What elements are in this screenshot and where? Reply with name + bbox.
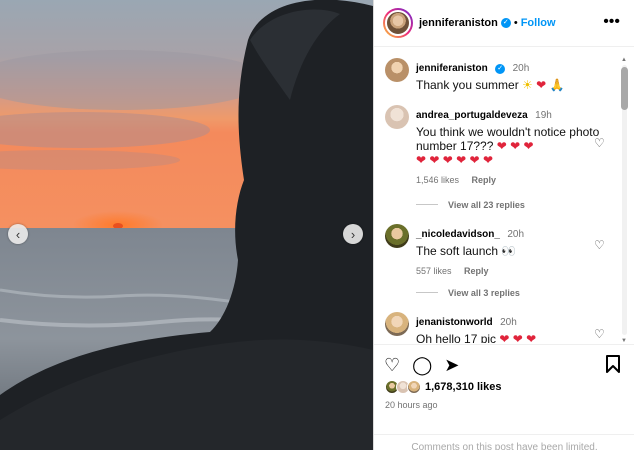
scroll-thumb[interactable] [621, 67, 628, 110]
caption-text-row: Thank you summer ☀ ❤ 🙏 [416, 78, 611, 92]
comment-time: 20h [500, 317, 517, 328]
author-username[interactable]: jenniferaniston [419, 17, 498, 29]
post-photo: ‹ › [0, 0, 373, 450]
post-timestamp[interactable]: 20 hours ago [385, 400, 438, 410]
heart-emojis-icon: ❤ ❤ ❤ [499, 332, 537, 343]
praying-hands-emoji-icon: 🙏 [549, 78, 565, 92]
next-photo-button[interactable]: › [343, 224, 363, 244]
commenter-username[interactable]: andrea_portugaldeveza [416, 110, 528, 121]
view-replies-button[interactable]: View all 23 replies [416, 200, 525, 210]
author-avatar[interactable] [383, 8, 413, 38]
chevron-left-icon: ‹ [15, 226, 21, 242]
verified-badge-icon: ✓ [495, 64, 506, 74]
post-header: jenniferaniston ✓ • Follow ••• [374, 0, 634, 47]
comment-text-row: Oh hello 17 pic ❤ ❤ ❤ [416, 332, 611, 343]
caption-time: 20h [512, 63, 530, 74]
scroll-up-arrow-icon[interactable]: ▲ [621, 57, 627, 63]
likes-count[interactable]: 1,678,310 likes [425, 381, 501, 393]
like-comment-icon[interactable]: ♡ [594, 238, 605, 252]
caption-text: Thank you summer [416, 78, 519, 92]
comment-time: 19h [535, 110, 552, 121]
comment-text-row: You think we wouldn't notice photo numbe… [416, 125, 611, 167]
caption-username[interactable]: jenniferaniston [416, 63, 488, 74]
commenter-avatar[interactable] [385, 105, 409, 129]
comments-scrollbar[interactable]: ▲ ▼ [620, 57, 629, 344]
sun-emoji-icon: ☀ [522, 78, 533, 92]
share-paper-plane-icon[interactable]: ➤ [444, 355, 459, 375]
more-options-icon[interactable]: ••• [603, 14, 620, 30]
comments-limited-notice: Comments on this post have been limited. [374, 434, 634, 450]
comment-text: The soft launch [416, 244, 499, 258]
sunset-photo [0, 0, 373, 450]
comments-list[interactable]: jenniferaniston ✓ 20h Thank you summer ☀… [374, 48, 634, 343]
commenter-avatar[interactable] [385, 312, 409, 336]
comment-likes-count[interactable]: 1,546 likes [416, 175, 459, 185]
verified-badge-icon: ✓ [500, 18, 511, 28]
commenter-avatar[interactable] [385, 224, 409, 248]
view-replies-button[interactable]: View all 3 replies [416, 288, 520, 298]
liker-avatar [407, 380, 421, 394]
likes-row[interactable]: 1,678,310 likes [385, 380, 501, 394]
caption-avatar[interactable] [385, 58, 409, 82]
like-comment-icon[interactable]: ♡ [594, 327, 605, 341]
comment-bubble-icon[interactable]: ◯ [412, 355, 432, 375]
like-comment-icon[interactable]: ♡ [594, 136, 605, 150]
save-bookmark-icon[interactable] [606, 355, 620, 377]
heart-emojis-icon: ❤ ❤ ❤ [496, 139, 534, 153]
commenter-username[interactable]: jenanistonworld [416, 317, 493, 328]
reply-button[interactable]: Reply [472, 175, 497, 185]
comment-text-row: The soft launch 👀 [416, 244, 611, 258]
eyes-emoji-icon: 👀 [501, 244, 517, 258]
reply-button[interactable]: Reply [464, 266, 489, 276]
previous-photo-button[interactable]: ‹ [8, 224, 28, 244]
heart-emoji-icon: ❤ [536, 78, 547, 92]
heart-emojis-icon: ❤ ❤ ❤ ❤ ❤ ❤ [416, 153, 493, 167]
separator-dot: • [513, 17, 518, 29]
like-heart-icon[interactable]: ♡ [384, 355, 400, 375]
follow-button[interactable]: Follow [521, 17, 556, 29]
post-actions: ♡ ◯ ➤ 1,678,310 likes 20 hours ago Comme… [374, 344, 634, 450]
comment-likes-count[interactable]: 557 likes [416, 266, 452, 276]
commenter-username[interactable]: _nicoledavidson_ [416, 229, 500, 240]
comment-time: 20h [507, 229, 525, 240]
comment-text: Oh hello 17 pic [416, 332, 497, 343]
post-side-panel: jenniferaniston ✓ • Follow ••• jennifera… [373, 0, 634, 450]
chevron-right-icon: › [350, 226, 356, 242]
